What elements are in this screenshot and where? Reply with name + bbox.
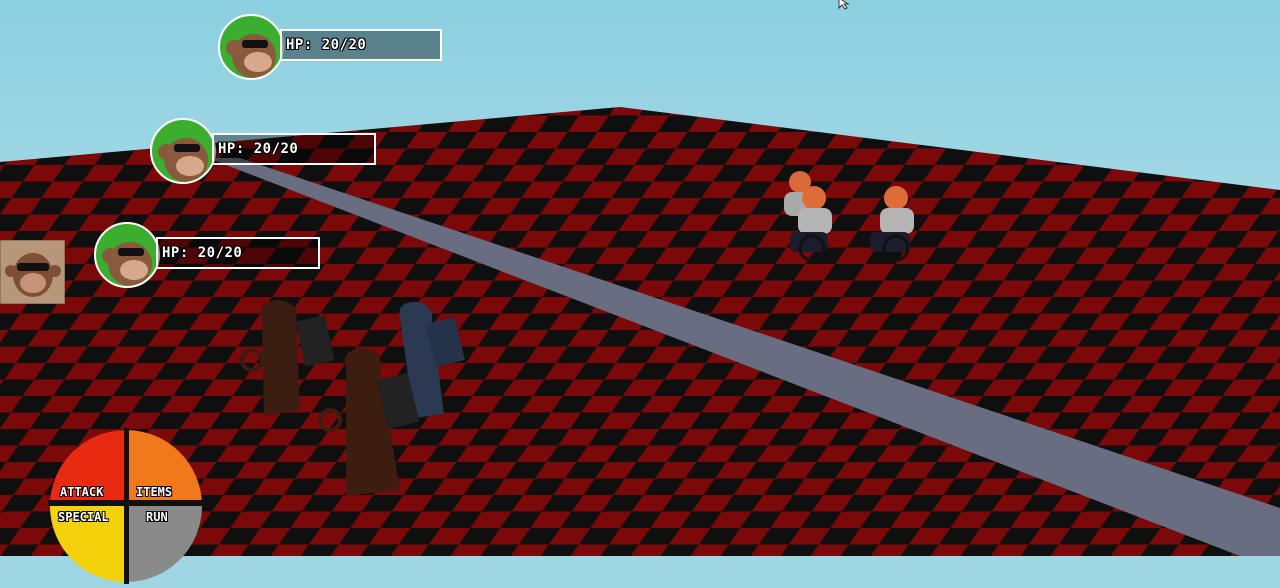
attack-button[interactable]: ATTACK — [60, 485, 103, 499]
party-member-1[interactable]: HP: 20/20 — [218, 14, 444, 80]
active-turn-portrait — [0, 240, 65, 304]
party-member-2[interactable]: HP: 20/20 — [150, 118, 376, 184]
special-button[interactable]: SPECIAL — [58, 510, 109, 524]
hp-panel: HP: 20/20 — [156, 237, 320, 269]
monkey-sunglasses-icon — [218, 14, 284, 80]
hp-label: HP: 20/20 — [162, 245, 243, 261]
hp-panel: HP: 20/20 — [280, 29, 442, 61]
items-button[interactable]: ITEMS — [136, 485, 172, 499]
party-member-3[interactable]: HP: 20/20 — [94, 222, 320, 288]
monkey-sunglasses-icon — [150, 118, 216, 184]
run-button[interactable]: RUN — [146, 510, 168, 524]
hp-panel: HP: 20/20 — [212, 133, 376, 165]
command-wheel: ATTACK ITEMS SPECIAL RUN — [48, 428, 204, 584]
mouse-cursor-icon — [838, 0, 850, 10]
hp-label: HP: 20/20 — [218, 141, 299, 157]
monkey-sunglasses-icon — [5, 253, 61, 297]
hp-label: HP: 20/20 — [286, 37, 367, 53]
monkey-sunglasses-icon — [94, 222, 160, 288]
